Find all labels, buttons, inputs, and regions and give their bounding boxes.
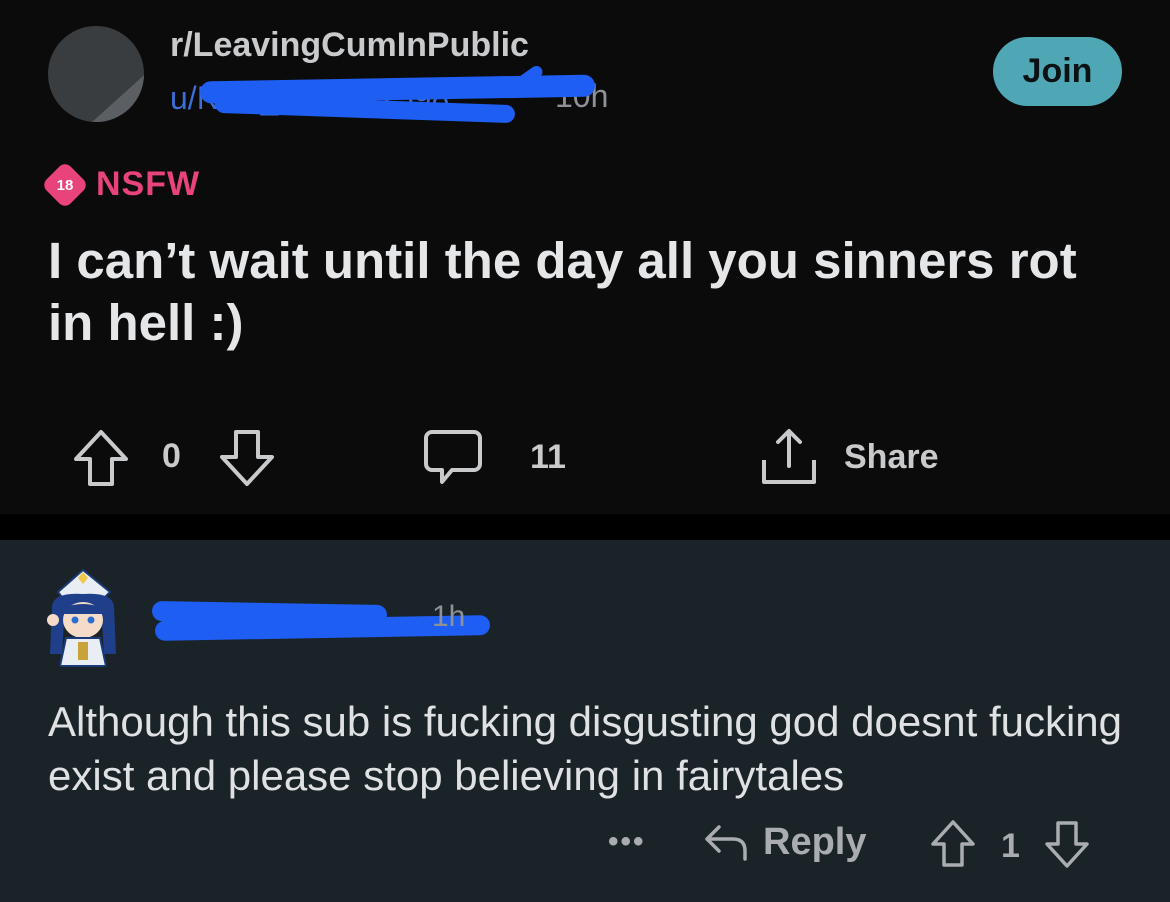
arrow-up-icon	[72, 428, 130, 488]
username-redaction-stroke	[214, 94, 516, 124]
section-divider	[0, 514, 1170, 540]
subreddit-avatar[interactable]	[48, 26, 144, 122]
arrow-down-icon	[218, 428, 276, 488]
comment-vote-count: 1	[1001, 827, 1020, 865]
post-title[interactable]: I can’t wait until the day all you sinne…	[48, 230, 1108, 354]
comment-count: 11	[530, 437, 566, 476]
comment-time: 1h	[432, 600, 466, 633]
upvote-button[interactable]	[72, 428, 130, 488]
arrow-up-icon	[930, 819, 976, 869]
share-icon	[758, 426, 820, 488]
join-button[interactable]: Join	[993, 37, 1122, 106]
comment-upvote-button[interactable]	[930, 819, 976, 869]
vote-count: 0	[162, 437, 181, 475]
post-actions: 0 11 Share	[0, 420, 1170, 490]
nsfw-18-icon: 18	[40, 160, 90, 209]
reply-label: Reply	[763, 820, 867, 863]
comment-body[interactable]: Although this sub is fucking disgusting …	[48, 695, 1128, 803]
reply-button[interactable]: Reply	[703, 819, 866, 865]
arrow-down-icon	[1044, 819, 1090, 869]
more-options-button[interactable]: •••	[608, 825, 646, 859]
avatar-redaction	[77, 41, 144, 122]
nsfw-label: NSFW	[96, 165, 201, 203]
comments-button[interactable]: 11	[422, 426, 566, 488]
share-button[interactable]: Share	[758, 426, 939, 488]
nsfw-badge-text: 18	[56, 176, 74, 193]
reply-arrow-icon	[703, 819, 749, 865]
commenter-avatar[interactable]	[36, 562, 130, 672]
speech-bubble-icon	[422, 426, 484, 488]
subreddit-name[interactable]: r/LeavingCumInPublic	[170, 26, 529, 65]
share-label: Share	[844, 437, 939, 476]
comment-actions: ••• Reply 1	[0, 815, 1170, 875]
comment-downvote-button[interactable]	[1044, 819, 1090, 869]
nsfw-tag: 18 NSFW	[40, 160, 201, 209]
downvote-button[interactable]	[218, 428, 276, 488]
post-card: r/LeavingCumInPublic u/New_History2598 1…	[0, 0, 1170, 514]
